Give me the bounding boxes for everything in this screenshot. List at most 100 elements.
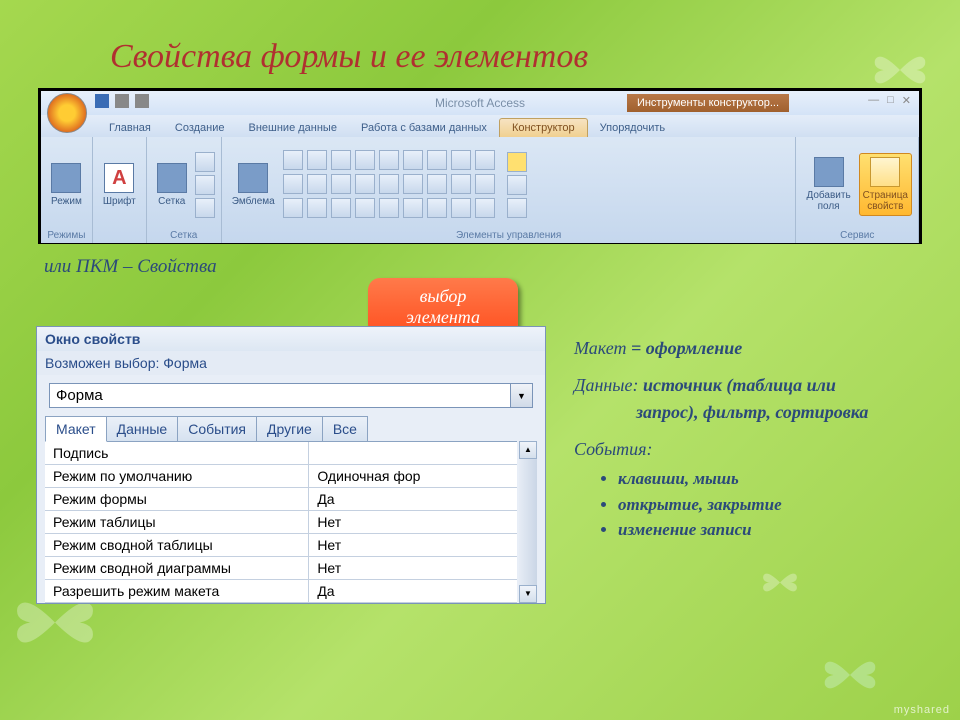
tab-sobytia[interactable]: События <box>177 416 257 442</box>
prop-value[interactable] <box>309 442 517 464</box>
slide-title: Свойства формы и ее элементов <box>110 38 588 76</box>
control-icon[interactable] <box>379 150 399 170</box>
property-row[interactable]: Подпись <box>45 442 517 465</box>
control-icon[interactable] <box>403 150 423 170</box>
tab-vse[interactable]: Все <box>322 416 368 442</box>
font-button[interactable]: A Шрифт <box>99 161 140 209</box>
prop-value[interactable]: Нет <box>309 511 517 533</box>
control-icon[interactable] <box>427 150 447 170</box>
control-icon[interactable] <box>427 174 447 194</box>
selection-icon[interactable] <box>507 152 527 172</box>
tab-maket[interactable]: Макет <box>45 416 107 442</box>
control-icon[interactable] <box>451 174 471 194</box>
explain-maket: Макет = оформление <box>574 335 868 362</box>
tab-arrange[interactable]: Упорядочить <box>588 119 677 137</box>
control-icon[interactable] <box>355 174 375 194</box>
control-icon[interactable] <box>355 198 375 218</box>
emblem-icon <box>238 163 268 193</box>
list-item: изменение записи <box>618 517 868 543</box>
add-field-label: Добавить поля <box>806 190 850 212</box>
butterfly-decoration <box>760 565 800 600</box>
scroll-down-icon[interactable]: ▼ <box>519 585 537 603</box>
control-icon[interactable] <box>379 174 399 194</box>
prop-label: Режим сводной диаграммы <box>45 557 309 579</box>
control-icon[interactable] <box>355 150 375 170</box>
mode-button[interactable]: Режим <box>47 161 86 209</box>
window-controls: — □ ✕ <box>868 94 911 107</box>
control-icon[interactable] <box>427 198 447 218</box>
tab-create[interactable]: Создание <box>163 119 237 137</box>
tab-drugie[interactable]: Другие <box>256 416 323 442</box>
grid-option-icon[interactable] <box>195 175 215 195</box>
property-row[interactable]: Режим таблицыНет <box>45 511 517 534</box>
save-icon[interactable] <box>95 94 109 108</box>
mode-icon <box>51 163 81 193</box>
property-tabs: Макет Данные События Другие Все <box>37 416 545 442</box>
scrollbar-vertical[interactable]: ▲ ▼ <box>519 441 537 603</box>
tab-dannye[interactable]: Данные <box>106 416 179 442</box>
control-icon[interactable] <box>379 198 399 218</box>
prop-value[interactable]: Да <box>309 580 517 602</box>
tab-home[interactable]: Главная <box>97 119 163 137</box>
ribbon: Microsoft Access Инструменты конструктор… <box>38 88 922 244</box>
prop-value[interactable]: Нет <box>309 557 517 579</box>
prop-value[interactable]: Да <box>309 488 517 510</box>
control-icon[interactable] <box>403 174 423 194</box>
control-icon[interactable] <box>307 150 327 170</box>
control-icon[interactable] <box>307 174 327 194</box>
maximize-icon[interactable]: □ <box>887 94 894 107</box>
title-bar: Microsoft Access Инструменты конструктор… <box>41 91 919 115</box>
prop-value[interactable]: Нет <box>309 534 517 556</box>
undo-icon[interactable] <box>115 94 129 108</box>
prop-label: Режим формы <box>45 488 309 510</box>
control-icon[interactable] <box>475 198 495 218</box>
grid-option-icon[interactable] <box>195 198 215 218</box>
tab-external[interactable]: Внешние данные <box>237 119 349 137</box>
control-icon[interactable] <box>283 150 303 170</box>
list-item: клавиши, мышь <box>618 466 868 492</box>
property-row[interactable]: Режим формыДа <box>45 488 517 511</box>
control-icon[interactable] <box>403 198 423 218</box>
group-font: A Шрифт <box>93 137 147 243</box>
control-icon[interactable] <box>283 174 303 194</box>
control-icon[interactable] <box>451 198 471 218</box>
control-icon[interactable] <box>331 198 351 218</box>
object-selector-input[interactable] <box>49 383 511 408</box>
wizard-icon[interactable] <box>507 175 527 195</box>
activex-icon[interactable] <box>507 198 527 218</box>
events-list: клавиши, мышь открытие, закрытие изменен… <box>618 466 868 543</box>
property-row[interactable]: Разрешить режим макетаДа <box>45 580 517 603</box>
control-icon[interactable] <box>307 198 327 218</box>
control-icon[interactable] <box>475 174 495 194</box>
redo-icon[interactable] <box>135 94 149 108</box>
prop-value[interactable]: Одиночная фор <box>309 465 517 487</box>
control-icon[interactable] <box>283 198 303 218</box>
scroll-up-icon[interactable]: ▲ <box>519 441 537 459</box>
tab-dbtools[interactable]: Работа с базами данных <box>349 119 499 137</box>
callout-line: элемента <box>406 307 480 327</box>
grid-button[interactable]: Сетка <box>153 161 191 209</box>
close-icon[interactable]: ✕ <box>902 94 911 107</box>
label: Данные: <box>574 375 643 395</box>
emblem-label: Эмблема <box>232 196 275 207</box>
prop-label: Разрешить режим макета <box>45 580 309 602</box>
property-row[interactable]: Режим сводной диаграммыНет <box>45 557 517 580</box>
property-row[interactable]: Режим сводной таблицыНет <box>45 534 517 557</box>
add-field-button[interactable]: Добавить поля <box>802 155 854 214</box>
dropdown-button[interactable]: ▼ <box>511 383 533 408</box>
group-label: Элементы управления <box>228 229 790 242</box>
office-button[interactable] <box>47 93 87 133</box>
grid-label: Сетка <box>158 196 185 207</box>
tab-konstruktor[interactable]: Конструктор <box>499 118 588 137</box>
property-row[interactable]: Режим по умолчаниюОдиночная фор <box>45 465 517 488</box>
property-sheet-button[interactable]: Страница свойств <box>859 153 912 216</box>
control-icon[interactable] <box>331 150 351 170</box>
control-icon[interactable] <box>475 150 495 170</box>
prop-label: Режим сводной таблицы <box>45 534 309 556</box>
control-icon[interactable] <box>331 174 351 194</box>
emblem-button[interactable]: Эмблема <box>228 161 279 209</box>
ribbon-tabs: Главная Создание Внешние данные Работа с… <box>41 115 919 137</box>
minimize-icon[interactable]: — <box>868 94 879 107</box>
grid-option-icon[interactable] <box>195 152 215 172</box>
control-icon[interactable] <box>451 150 471 170</box>
